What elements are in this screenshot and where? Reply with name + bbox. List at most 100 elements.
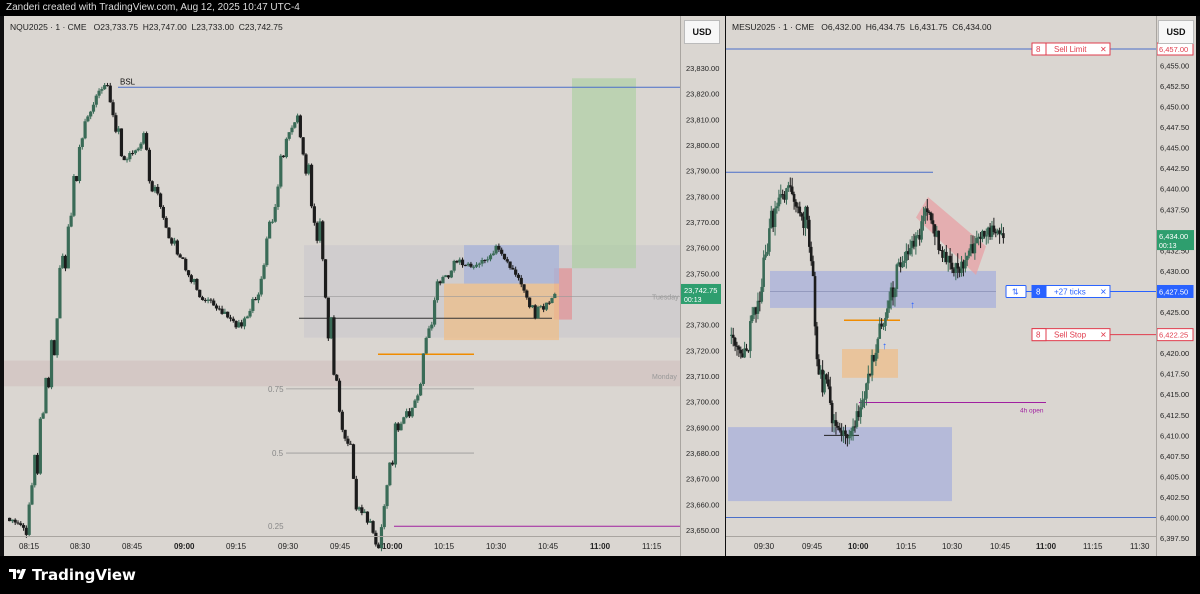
nq-candle-body bbox=[136, 148, 140, 151]
nq-chart-canvas[interactable]: BSL Tuesday Monday 0.75 0.5 0.25 23,830.00 23,8… bbox=[4, 16, 725, 556]
nq-candle-body bbox=[259, 278, 263, 295]
nq-candle-body bbox=[323, 259, 328, 298]
mes-candle-body bbox=[838, 427, 842, 431]
mes-price-tick: 6,400.00 bbox=[1160, 514, 1189, 523]
nq-candle-body bbox=[458, 259, 462, 263]
nq-candle-body bbox=[49, 340, 54, 388]
mes-price-tick: 6,437.50 bbox=[1160, 205, 1189, 214]
mes-candle-body bbox=[790, 186, 794, 194]
nq-candle-body bbox=[357, 507, 361, 510]
mes-time-tick: 09:45 bbox=[802, 542, 823, 551]
nq-candle-body bbox=[435, 281, 439, 301]
mes-low: L6,431.75 bbox=[909, 22, 948, 32]
nq-candle-body bbox=[119, 128, 124, 157]
nq-price-tick: 23,650.00 bbox=[686, 526, 719, 535]
mes-candle-body bbox=[967, 250, 971, 256]
mes-price-tick: 6,410.00 bbox=[1160, 431, 1189, 440]
nq-candle-body bbox=[128, 153, 132, 160]
nq-target-zone[interactable] bbox=[572, 78, 636, 269]
nq-candle-body bbox=[181, 257, 185, 259]
nq-time-tick: 08:30 bbox=[70, 542, 91, 551]
nq-currency-button[interactable]: USD bbox=[684, 20, 720, 44]
mes-close: C6,434.00 bbox=[952, 22, 992, 32]
nq-candle-body bbox=[332, 317, 336, 375]
mes-price-tick: 6,445.00 bbox=[1160, 144, 1189, 153]
mes-chart-canvas[interactable]: 4h open ↑ ↑ 6,455.00 6,452.50 6,450.00 6,447.5… bbox=[726, 16, 1196, 556]
nq-candle-body bbox=[293, 122, 297, 128]
nq-candle-body bbox=[282, 155, 286, 158]
nq-candle-body bbox=[405, 411, 409, 418]
nq-candle-body bbox=[525, 290, 529, 298]
nq-candle-body bbox=[287, 132, 291, 139]
nq-candle-body bbox=[55, 318, 59, 356]
mes-lower-blue-zone[interactable] bbox=[728, 427, 952, 502]
nq-candle-body bbox=[16, 522, 20, 524]
nq-orange-zone[interactable] bbox=[444, 283, 559, 341]
mes-candle-body bbox=[859, 407, 862, 418]
mes-time-tick: 11:00 bbox=[1036, 542, 1057, 551]
nq-candle-body bbox=[329, 317, 333, 339]
nq-candle-body bbox=[396, 423, 400, 431]
mes-orange-zone[interactable] bbox=[842, 349, 898, 378]
mes-sell-limit-order-qty: 8 bbox=[1036, 45, 1041, 54]
mes-candle-body bbox=[914, 235, 918, 247]
nq-candle-body bbox=[502, 253, 507, 260]
mes-candle-body bbox=[975, 237, 979, 244]
nq-candle-body bbox=[125, 159, 129, 161]
nq-candle-body bbox=[114, 115, 118, 132]
nq-candle-body bbox=[156, 186, 160, 194]
close-icon[interactable]: ✕ bbox=[1100, 45, 1107, 54]
nq-candle-body bbox=[388, 462, 392, 486]
mes-candle-body bbox=[798, 206, 802, 214]
nq-candle-body bbox=[309, 164, 314, 207]
nq-candle-body bbox=[553, 293, 557, 299]
mes-time-tick: 11:15 bbox=[1083, 542, 1103, 551]
nq-monday-label: Monday bbox=[652, 374, 677, 381]
mes-time-tick: 11:30 bbox=[1130, 542, 1150, 551]
mes-candle-body bbox=[849, 430, 853, 437]
nq-candle-body bbox=[472, 266, 476, 268]
nq-candle-body bbox=[256, 294, 261, 301]
mes-candle-body bbox=[874, 352, 878, 361]
nq-candle-body bbox=[349, 443, 353, 445]
mes-price-axis-border bbox=[1156, 16, 1157, 556]
mes-price-tick: 6,452.50 bbox=[1160, 82, 1189, 91]
mes-candle-body bbox=[827, 379, 830, 387]
mes-candle-body bbox=[903, 260, 906, 263]
tradingview-logo[interactable]: TradingView bbox=[8, 566, 136, 584]
nq-candle-body bbox=[122, 156, 126, 161]
nq-candle-body bbox=[231, 318, 235, 322]
mes-price-tick: 6,420.00 bbox=[1160, 349, 1189, 358]
nq-time-tick: 09:45 bbox=[330, 542, 351, 551]
nq-candle-body bbox=[209, 299, 213, 301]
nq-candle-body bbox=[150, 181, 154, 192]
mes-candle-body bbox=[766, 251, 769, 255]
mes-bar-timer: 00:13 bbox=[1159, 243, 1177, 250]
nq-candle-body bbox=[276, 186, 280, 208]
mes-candle-body bbox=[948, 255, 952, 263]
nq-candle-body bbox=[528, 297, 532, 308]
nq-low: L23,733.00 bbox=[191, 22, 235, 32]
mes-chart-panel[interactable]: 4h open ↑ ↑ 6,455.00 6,452.50 6,450.00 6,447.5… bbox=[726, 16, 1196, 556]
nq-candle-body bbox=[117, 128, 121, 132]
mes-currency-button[interactable]: USD bbox=[1158, 20, 1194, 44]
mes-upper-blue-zone[interactable] bbox=[770, 270, 996, 308]
up-arrow-icon: ↑ bbox=[910, 300, 915, 311]
mes-candle-body bbox=[762, 257, 765, 287]
nq-candle-body bbox=[35, 454, 40, 474]
nq-candle-body bbox=[13, 519, 17, 523]
nq-candle-body bbox=[346, 438, 350, 444]
nq-candle-body bbox=[466, 263, 470, 266]
nq-candle-body bbox=[203, 299, 207, 301]
close-icon[interactable]: ✕ bbox=[1100, 331, 1107, 340]
close-icon[interactable]: ✕ bbox=[1100, 287, 1107, 296]
nq-candle-body bbox=[38, 418, 42, 474]
mes-candle-body bbox=[737, 346, 741, 350]
nq-candle-body bbox=[268, 221, 272, 239]
nq-candle-body bbox=[474, 264, 479, 267]
nq-candle-body bbox=[86, 116, 90, 122]
nq-chart-panel[interactable]: BSL Tuesday Monday 0.75 0.5 0.25 23,830.00 23,8… bbox=[4, 16, 725, 556]
nq-candle-body bbox=[326, 297, 330, 339]
mes-candle-body bbox=[964, 260, 967, 269]
nq-candle-body bbox=[368, 521, 372, 523]
